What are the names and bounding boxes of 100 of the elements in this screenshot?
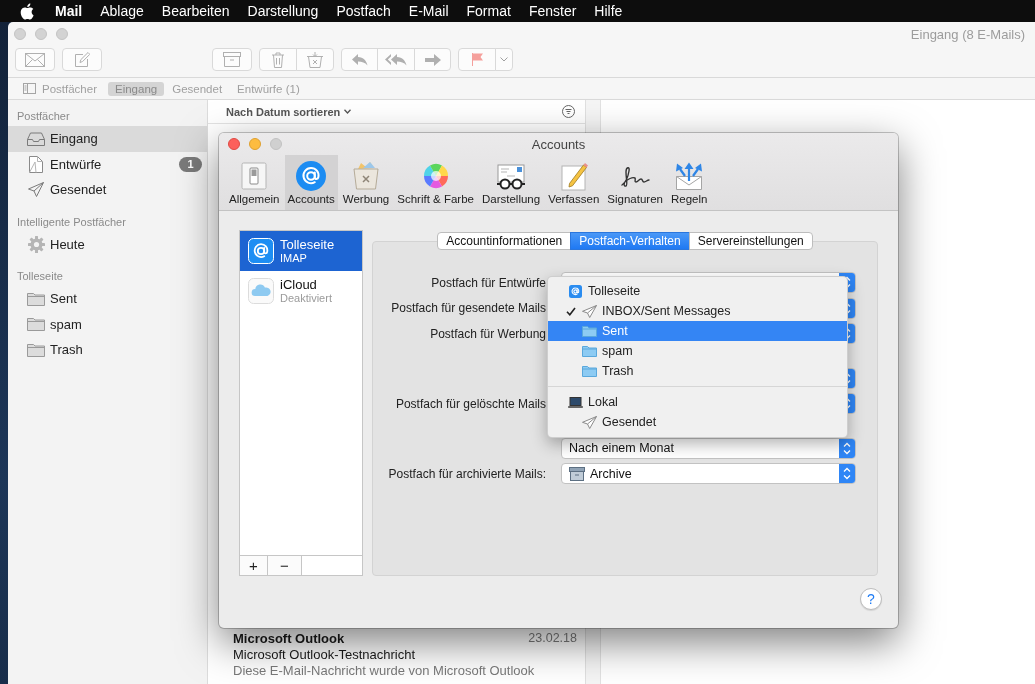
preferences-tab[interactable]: Accounts (284, 155, 338, 210)
menu-item[interactable]: Mail (46, 0, 92, 22)
stepper-icon (839, 438, 855, 458)
forward-arrow-icon (424, 53, 441, 66)
gear-icon (27, 235, 45, 253)
count-badge: 1 (179, 156, 202, 172)
menu-section-title: Tolleseite (588, 284, 641, 298)
zoom-button[interactable] (270, 138, 282, 150)
account-type: Deaktiviert (280, 292, 332, 305)
preferences-tab[interactable]: Signaturen (604, 155, 666, 210)
section-header: Intelligente Postfächer (17, 215, 126, 228)
window-title: Accounts (531, 136, 586, 152)
sidebar-item[interactable]: Gesendet (8, 177, 207, 203)
menu-item[interactable]: spam (548, 341, 847, 361)
add-button[interactable]: + (240, 556, 268, 575)
help-button[interactable]: ? (860, 588, 882, 610)
filter-icon[interactable] (562, 105, 575, 118)
message-item[interactable]: Microsoft Outlook 23.02.18 Microsoft Outlook-Testnachricht Diese E-Mail-Nachricht wurde von Microsoft Outlook (208, 630, 585, 678)
sidebar-item[interactable]: Sent (8, 286, 207, 312)
field-label: Postfach für Werbung (430, 326, 546, 341)
reply-all-button[interactable] (377, 48, 415, 71)
popup-button[interactable]: Nach einem Monat (561, 437, 856, 459)
archive-button[interactable] (212, 48, 252, 71)
menu-section-title: Lokal (588, 395, 618, 409)
account-name: Tolleseite (280, 237, 335, 252)
menu-item[interactable]: Sent (548, 321, 847, 341)
sidebar-item[interactable]: Eingang (8, 126, 207, 152)
at-sign-icon (569, 284, 582, 298)
preferences-tab[interactable]: Regeln (667, 155, 711, 210)
sidebar-item[interactable]: Trash (8, 337, 207, 363)
menu-item[interactable]: INBOX/Sent Messages (548, 301, 847, 321)
close-button[interactable] (228, 138, 240, 150)
tab[interactable]: Accountinformationen (437, 232, 572, 250)
apple-icon[interactable] (20, 2, 34, 20)
preferences-tab[interactable]: Schrift & Farbe (394, 155, 477, 210)
sidebar-item[interactable]: Entwürfe 1 (8, 151, 207, 177)
field-label: Postfach für archivierte Mails: (388, 466, 546, 481)
menu-item[interactable]: Ablage (91, 0, 153, 22)
menu-item[interactable]: Darstellung (238, 0, 328, 22)
flag-icon (471, 53, 483, 66)
preferences-tab[interactable]: Darstellung (479, 155, 544, 210)
folder-icon (27, 342, 45, 357)
preferences-tab[interactable]: Verfassen (545, 155, 603, 210)
flag-button[interactable] (458, 48, 496, 71)
tab[interactable]: Postfach-Verhalten (570, 232, 690, 250)
minimize-button[interactable] (35, 28, 47, 40)
section-header: Tolleseite (17, 270, 63, 282)
zoom-button[interactable] (56, 28, 68, 40)
junk-box-icon (306, 51, 324, 68)
remove-button[interactable]: − (268, 556, 302, 575)
delete-button[interactable] (259, 48, 297, 71)
reply-button[interactable] (341, 48, 378, 71)
at-sign-icon (295, 160, 328, 192)
menu-item[interactable]: Gesendet (548, 412, 847, 432)
message-preview: Diese E-Mail-Nachricht wurde von Microsoft Outlook (233, 662, 535, 678)
flag-menu-button[interactable] (495, 48, 513, 71)
stepper-icon (839, 464, 855, 483)
sidebar-icon (23, 83, 36, 94)
forward-button[interactable] (414, 48, 451, 71)
sort-menu-button[interactable]: Nach Datum sortieren (226, 105, 352, 118)
menu-item[interactable]: Postfach (327, 0, 400, 22)
account-item[interactable]: Tolleseite IMAP (240, 231, 362, 271)
document-icon (29, 155, 43, 173)
get-mail-button[interactable] (15, 48, 55, 71)
archive-box-icon (223, 52, 241, 67)
account-name: iCloud (280, 277, 318, 292)
account-type: IMAP (280, 252, 308, 265)
reply-arrow-icon (351, 53, 368, 66)
message-sender: Microsoft Outlook (233, 630, 345, 646)
menu-item[interactable]: E-Mail (399, 0, 458, 22)
junk-button[interactable] (296, 48, 334, 71)
sidebar-item[interactable]: spam (8, 311, 207, 337)
message-date: 23.02.18 (528, 631, 577, 645)
menu-item[interactable]: Format (457, 0, 520, 22)
close-button[interactable] (14, 28, 26, 40)
paper-plane-icon (28, 182, 44, 198)
archive-box-icon (569, 466, 585, 481)
paper-plane-icon (582, 415, 597, 429)
field-label: Postfach für Entwürfe (431, 275, 546, 290)
field-label: Postfach für gelöschte Mails (395, 396, 546, 411)
menu-item[interactable]: Bearbeiten (152, 0, 239, 22)
compose-button[interactable] (62, 48, 102, 71)
cloud-icon (248, 278, 274, 304)
menu-item[interactable]: Trash (548, 361, 847, 381)
tab[interactable]: Servereinstellungen (688, 232, 813, 250)
message-subject: Microsoft Outlook-Testnachricht (233, 646, 416, 662)
preferences-tab[interactable]: Werbung (339, 155, 393, 210)
folder-icon (27, 291, 45, 306)
menu-item[interactable]: Hilfe (585, 0, 632, 22)
folder-icon (582, 345, 597, 357)
popup-button[interactable]: Archive (561, 463, 856, 484)
sidebar-item[interactable]: Heute (8, 231, 207, 257)
menu-item[interactable]: Fenster (519, 0, 586, 22)
compose-icon (74, 51, 90, 68)
laptop-icon (568, 396, 583, 408)
chevron-down-icon (500, 57, 508, 62)
minimize-button[interactable] (249, 138, 261, 150)
preferences-tab[interactable]: Allgemein (226, 155, 283, 210)
inbox-tray-icon (27, 131, 45, 146)
window-title: Eingang (8 E-Mails) (910, 26, 1025, 42)
